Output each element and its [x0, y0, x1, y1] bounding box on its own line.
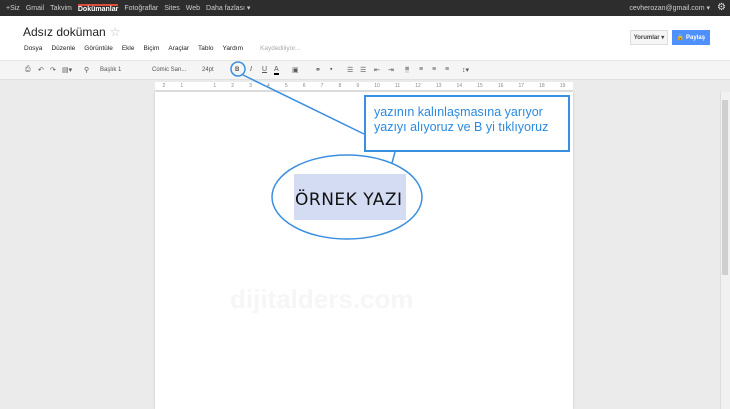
- bold-highlight-circle: [230, 61, 246, 77]
- pointer-line: [391, 151, 396, 164]
- text-highlight-ellipse: [271, 154, 423, 240]
- annotation-callout: yazının kalınlaşmasına yarıyor yazıyı al…: [364, 95, 570, 152]
- annotation-overlay: [230, 61, 423, 240]
- callout-line-1: yazının kalınlaşmasına yarıyor: [374, 105, 543, 119]
- callout-line-2: yazıyı alıyoruz ve B yi tıklıyoruz: [374, 120, 549, 134]
- pointer-line: [242, 74, 365, 135]
